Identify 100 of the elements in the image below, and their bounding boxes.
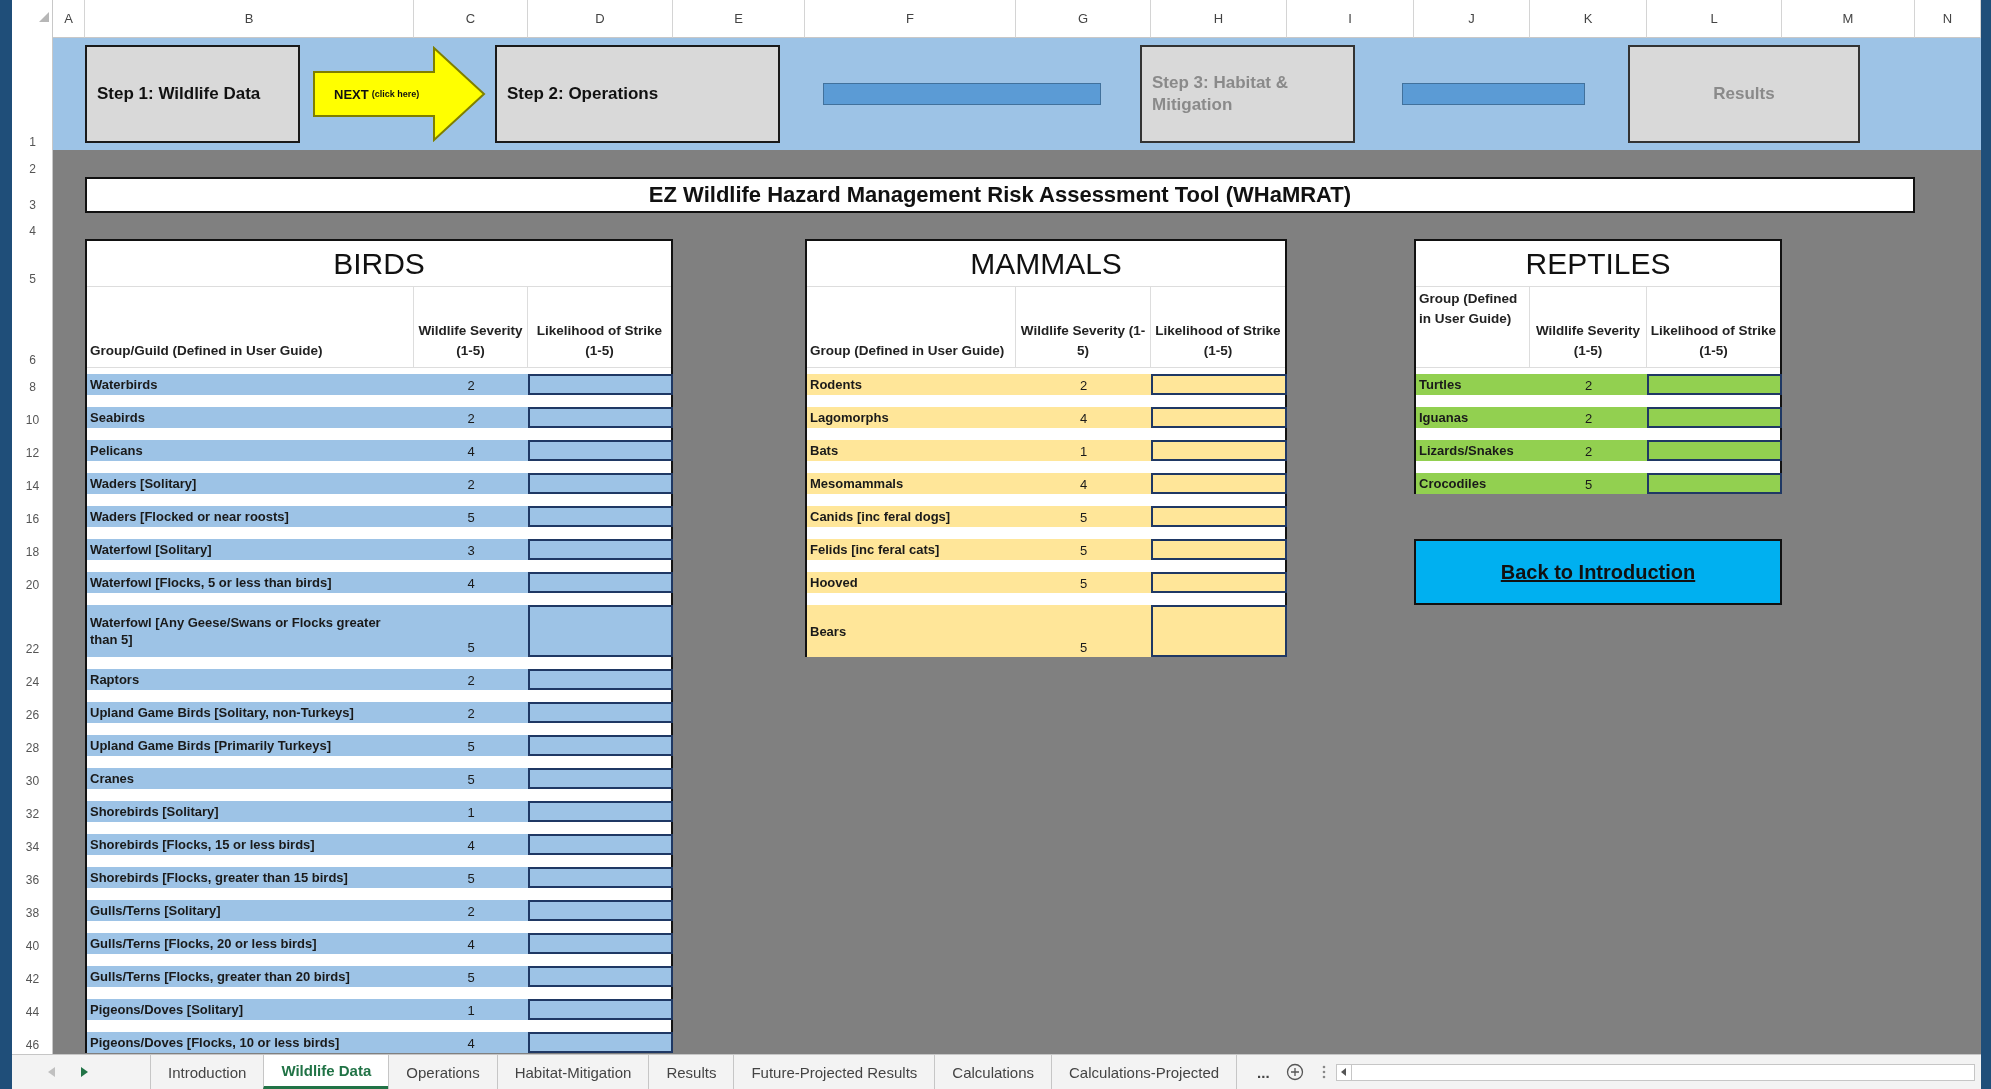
row-number[interactable]: 3 xyxy=(12,177,53,213)
column-letter[interactable]: M xyxy=(1782,0,1915,38)
likelihood-field[interactable] xyxy=(1151,473,1287,494)
likelihood-field[interactable] xyxy=(528,374,673,395)
column-letter[interactable]: K xyxy=(1530,0,1647,38)
likelihood-field[interactable] xyxy=(528,1032,673,1053)
row-number[interactable]: 28 xyxy=(12,735,53,756)
likelihood-field[interactable] xyxy=(528,933,673,954)
likelihood-field[interactable] xyxy=(1151,407,1287,428)
column-letter[interactable]: A xyxy=(53,0,85,38)
column-letter[interactable]: D xyxy=(528,0,673,38)
likelihood-field[interactable] xyxy=(1647,440,1782,461)
row-number[interactable]: 24 xyxy=(12,669,53,690)
likelihood-field[interactable] xyxy=(1647,407,1782,428)
column-letter[interactable]: I xyxy=(1287,0,1414,38)
likelihood-field[interactable] xyxy=(1151,605,1287,657)
sheet-tab[interactable]: Future-Projected Results xyxy=(733,1055,935,1089)
more-tabs-button[interactable]: ... xyxy=(1236,1055,1278,1089)
table-cell: 5 xyxy=(414,867,528,888)
table-cell: Waterbirds xyxy=(87,374,414,395)
sheet-tab[interactable]: Operations xyxy=(388,1055,497,1089)
row-number[interactable]: 32 xyxy=(12,801,53,822)
likelihood-field[interactable] xyxy=(528,539,673,560)
column-letter[interactable]: F xyxy=(805,0,1016,38)
column-letter[interactable]: J xyxy=(1414,0,1530,38)
table-title: MAMMALS xyxy=(807,241,1285,287)
table-cell: 5 xyxy=(1016,605,1151,657)
likelihood-field[interactable] xyxy=(1647,473,1782,494)
row-number[interactable]: 5 xyxy=(12,239,53,287)
likelihood-field[interactable] xyxy=(1151,374,1287,395)
likelihood-field[interactable] xyxy=(1151,440,1287,461)
likelihood-field[interactable] xyxy=(528,801,673,822)
column-letter[interactable]: E xyxy=(673,0,805,38)
row-number[interactable]: 36 xyxy=(12,867,53,888)
likelihood-field[interactable] xyxy=(1647,374,1782,395)
back-button[interactable]: Back to Introduction xyxy=(1414,539,1782,605)
likelihood-field[interactable] xyxy=(528,702,673,723)
likelihood-field[interactable] xyxy=(528,572,673,593)
row-number[interactable]: 12 xyxy=(12,440,53,461)
column-header: Likelihood of Strike (1-5) xyxy=(528,287,671,368)
row-number[interactable]: 26 xyxy=(12,702,53,723)
next-arrow-button[interactable]: NEXT (click here) xyxy=(312,46,486,142)
column-letter[interactable]: N xyxy=(1915,0,1981,38)
sheet-tab[interactable]: Results xyxy=(648,1055,734,1089)
row-number[interactable]: 30 xyxy=(12,768,53,789)
likelihood-field[interactable] xyxy=(528,440,673,461)
scroll-left-icon[interactable] xyxy=(1341,1068,1347,1076)
column-letter[interactable]: L xyxy=(1647,0,1782,38)
likelihood-field[interactable] xyxy=(528,867,673,888)
row-number[interactable]: 46 xyxy=(12,1032,53,1053)
likelihood-field[interactable] xyxy=(528,473,673,494)
row-number[interactable]: 8 xyxy=(12,374,53,395)
row-number[interactable]: 34 xyxy=(12,834,53,855)
sheet-tab[interactable]: Habitat-Mitigation xyxy=(496,1055,649,1089)
row-number[interactable]: 18 xyxy=(12,539,53,560)
likelihood-field[interactable] xyxy=(528,735,673,756)
column-letter[interactable]: H xyxy=(1151,0,1287,38)
likelihood-field[interactable] xyxy=(528,999,673,1020)
sheet-tab[interactable]: Calculations-Projected xyxy=(1051,1055,1237,1089)
table-cell: 2 xyxy=(1530,374,1647,395)
column-letter[interactable]: C xyxy=(414,0,528,38)
sheet-tab[interactable]: Wildlife Data xyxy=(263,1055,389,1089)
sheet-tab[interactable]: Calculations xyxy=(934,1055,1052,1089)
likelihood-field[interactable] xyxy=(528,768,673,789)
row-number[interactable]: 2 xyxy=(12,150,53,177)
likelihood-field[interactable] xyxy=(528,407,673,428)
likelihood-field[interactable] xyxy=(528,966,673,987)
column-header: Wildlife Severity (1-5) xyxy=(1530,287,1647,368)
column-letter[interactable]: B xyxy=(85,0,414,38)
row-number[interactable]: 14 xyxy=(12,473,53,494)
split-handle-icon[interactable] xyxy=(1321,1065,1326,1079)
likelihood-field[interactable] xyxy=(528,834,673,855)
step-button[interactable]: Step 2: Operations xyxy=(495,45,780,143)
likelihood-field[interactable] xyxy=(528,900,673,921)
row-number[interactable]: 6 xyxy=(12,287,53,368)
next-sheet-icon[interactable] xyxy=(81,1067,88,1077)
table-cell: Pigeons/Doves [Flocks, 10 or less birds] xyxy=(87,1032,414,1053)
likelihood-field[interactable] xyxy=(528,605,673,657)
row-number[interactable]: 1 xyxy=(12,38,53,150)
add-sheet-icon[interactable] xyxy=(1285,1063,1304,1081)
row-number[interactable]: 10 xyxy=(12,407,53,428)
row-number[interactable]: 22 xyxy=(12,605,53,657)
row-number[interactable]: 44 xyxy=(12,999,53,1020)
row-number[interactable]: 40 xyxy=(12,933,53,954)
row-number[interactable]: 20 xyxy=(12,572,53,593)
likelihood-field[interactable] xyxy=(1151,572,1287,593)
column-letter[interactable]: G xyxy=(1016,0,1151,38)
row-number[interactable]: 38 xyxy=(12,900,53,921)
table-cell: 1 xyxy=(1016,440,1151,461)
horizontal-scrollbar[interactable] xyxy=(1335,1063,1975,1081)
row-number[interactable]: 42 xyxy=(12,966,53,987)
likelihood-field[interactable] xyxy=(1151,539,1287,560)
step-button[interactable]: Step 1: Wildlife Data xyxy=(85,45,300,143)
likelihood-field[interactable] xyxy=(528,506,673,527)
likelihood-field[interactable] xyxy=(1151,506,1287,527)
row-number[interactable]: 16 xyxy=(12,506,53,527)
likelihood-field[interactable] xyxy=(528,669,673,690)
table-cell: 2 xyxy=(414,900,528,921)
table-cell: 4 xyxy=(1016,473,1151,494)
row-number[interactable]: 4 xyxy=(12,213,53,239)
